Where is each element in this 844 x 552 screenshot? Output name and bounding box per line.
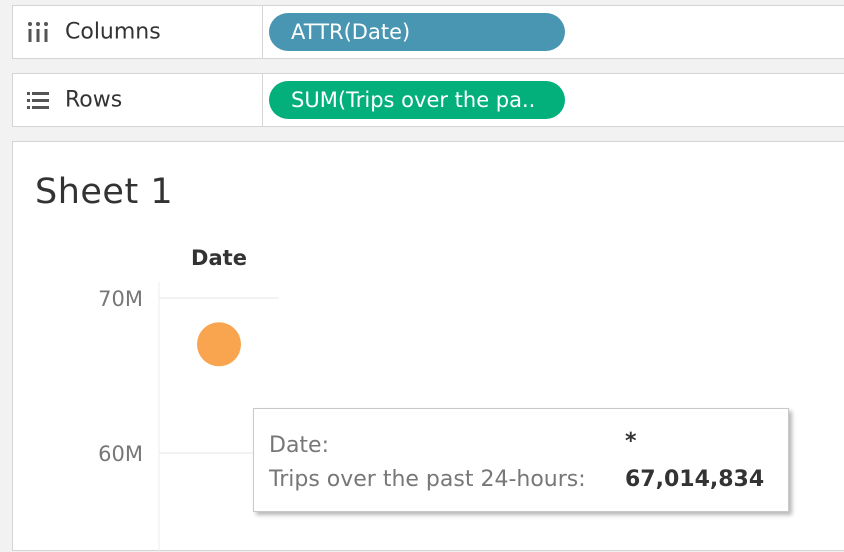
- data-point[interactable]: [197, 322, 241, 367]
- tooltip: Date: * Trips over the past 24-hours: 67…: [253, 408, 789, 512]
- worksheet-canvas: Sheet 1 Date 70M 60M Date: * Trips over t…: [12, 141, 844, 552]
- columns-icon: [27, 21, 49, 43]
- rows-pill[interactable]: SUM(Trips over the pa..: [269, 81, 565, 119]
- rows-shelf-label: Rows: [13, 74, 263, 126]
- y-tick-label: 60M: [98, 442, 143, 466]
- rows-label: Rows: [65, 87, 123, 113]
- y-tick-label: 70M: [98, 287, 143, 311]
- column-header-date: Date: [191, 246, 247, 270]
- rows-shelf: Rows SUM(Trips over the pa..: [12, 73, 844, 127]
- columns-label: Columns: [65, 19, 161, 45]
- tooltip-date-key: Date:: [269, 433, 329, 458]
- columns-shelf: Columns ATTR(Date): [12, 5, 844, 59]
- columns-shelf-label: Columns: [13, 6, 263, 58]
- rows-icon: [27, 89, 49, 111]
- tooltip-date-value: *: [625, 429, 637, 454]
- tooltip-trips-value: 67,014,834: [625, 467, 765, 492]
- columns-pill[interactable]: ATTR(Date): [269, 13, 565, 51]
- tooltip-trips-key: Trips over the past 24-hours:: [269, 467, 586, 492]
